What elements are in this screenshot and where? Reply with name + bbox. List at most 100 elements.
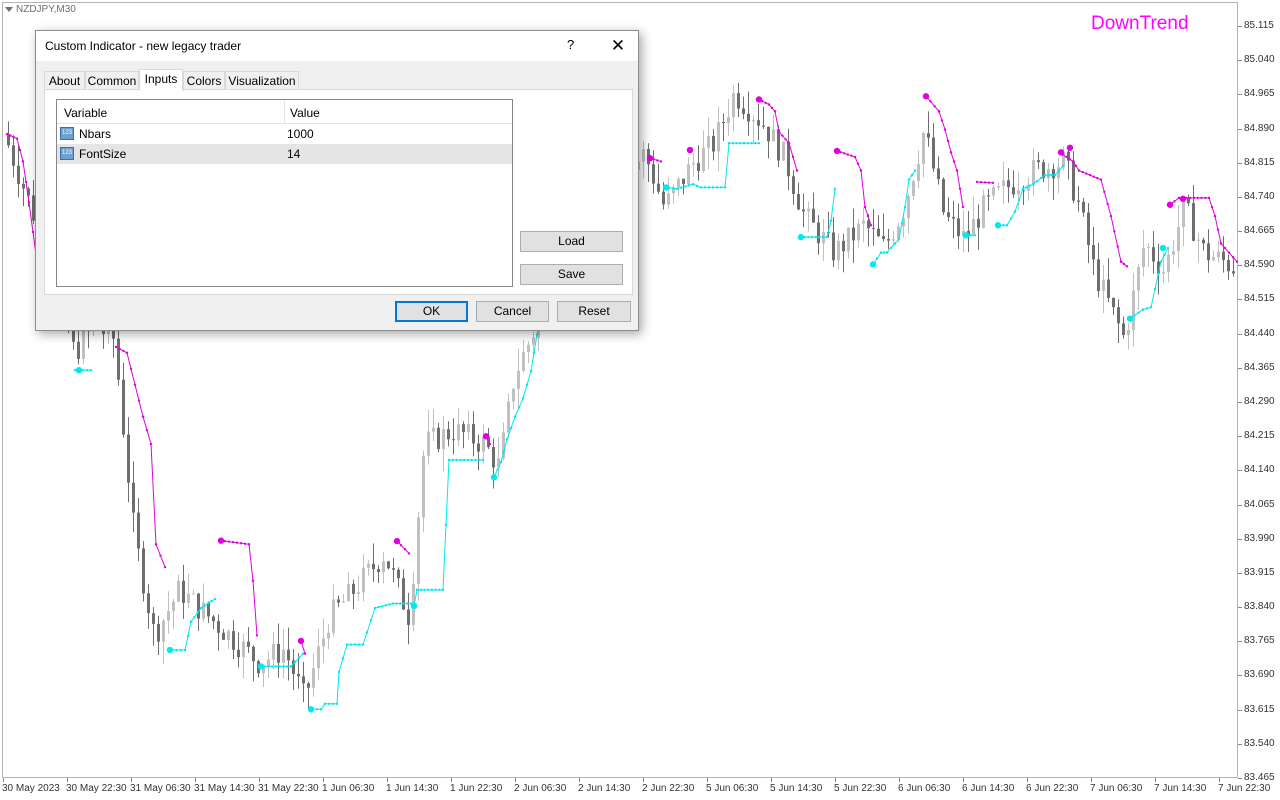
close-icon[interactable]: ✕ xyxy=(606,34,630,58)
candle xyxy=(137,497,140,562)
candle xyxy=(1002,161,1005,205)
uptrend-line-point xyxy=(474,458,477,462)
candle xyxy=(417,512,420,601)
uptrend-line-point xyxy=(1031,183,1035,186)
candle xyxy=(1082,198,1085,217)
candle xyxy=(982,189,985,229)
help-button[interactable]: ? xyxy=(567,37,574,52)
downtrend-line-point xyxy=(1065,155,1068,159)
param-value[interactable]: 14 xyxy=(287,147,300,161)
ok-button[interactable]: OK xyxy=(395,301,468,322)
candle xyxy=(217,614,220,651)
candle xyxy=(472,411,475,457)
input-row-fontsize[interactable]: 123 FontSize 14 xyxy=(57,144,512,164)
candle xyxy=(1217,240,1220,263)
uptrend-line-point xyxy=(703,186,707,189)
tab-common[interactable]: Common xyxy=(85,71,139,90)
candle xyxy=(302,661,305,703)
uptrend-line-point xyxy=(818,235,821,239)
candle xyxy=(1052,163,1055,200)
uptrend-line-point xyxy=(750,142,753,145)
candle xyxy=(687,157,690,185)
tab-visualization[interactable]: Visualization xyxy=(225,71,299,90)
inputs-grid[interactable]: Variable Value 123 Nbars 1000 123 FontSi… xyxy=(56,99,513,287)
price-label: 83.615 xyxy=(1244,703,1275,715)
column-header-value[interactable]: Value xyxy=(290,106,320,120)
time-label: 1 Jun 14:30 xyxy=(386,783,439,794)
save-button[interactable]: Save xyxy=(520,264,623,285)
candle xyxy=(422,450,425,532)
candle xyxy=(1122,316,1125,339)
column-header-variable[interactable]: Variable xyxy=(64,106,107,120)
downtrend-line-point xyxy=(1200,196,1203,200)
candle xyxy=(1007,168,1010,203)
uptrend-line-point xyxy=(1149,306,1153,309)
input-row-nbars[interactable]: 123 Nbars 1000 xyxy=(57,124,512,144)
cancel-button[interactable]: Cancel xyxy=(476,301,549,322)
column-separator[interactable] xyxy=(284,100,285,123)
candle xyxy=(272,631,275,670)
uptrend-line-point xyxy=(481,458,485,462)
uptrend-line-point xyxy=(206,602,210,605)
uptrend-line-point xyxy=(388,603,391,606)
candle xyxy=(1172,239,1175,265)
downtrend-line-point xyxy=(1092,175,1095,178)
candle xyxy=(1207,229,1210,273)
downtrend-line-point xyxy=(399,543,403,547)
uptrend-line-point xyxy=(462,458,466,462)
candle xyxy=(997,183,1000,191)
time-label: 31 May 14:30 xyxy=(194,783,255,794)
candle xyxy=(1232,257,1235,277)
candle xyxy=(447,421,450,447)
candle xyxy=(692,152,695,177)
time-tick xyxy=(1219,778,1220,782)
dropdown-arrow-icon[interactable] xyxy=(5,7,13,12)
candle xyxy=(767,126,770,159)
time-label: 2 Jun 14:30 xyxy=(578,783,631,794)
dialog-titlebar[interactable]: Custom Indicator - new legacy trader ? ✕ xyxy=(36,31,638,61)
downtrend-line-point xyxy=(114,345,118,349)
uptrend-line-point xyxy=(711,186,715,189)
uptrend-line-point xyxy=(213,597,217,601)
param-value[interactable]: 1000 xyxy=(287,127,314,141)
candle xyxy=(212,614,215,630)
downtrend-line-point xyxy=(1119,260,1123,263)
reset-button[interactable]: Reset xyxy=(557,301,631,322)
candle xyxy=(907,193,910,234)
downtrend-line-point xyxy=(937,110,941,113)
candle xyxy=(117,328,120,386)
time-tick xyxy=(771,778,772,782)
candle xyxy=(267,650,270,679)
tab-about[interactable]: About xyxy=(44,71,85,90)
uptrend-line-point xyxy=(525,383,529,386)
candle xyxy=(987,189,990,211)
downtrend-line-point xyxy=(770,106,774,110)
candle xyxy=(172,598,175,630)
uptrend-line-point xyxy=(1156,274,1160,277)
time-label: 30 May 22:30 xyxy=(66,783,127,794)
candle xyxy=(1057,157,1060,194)
load-button[interactable]: Load xyxy=(520,231,623,252)
uptrend-line-point xyxy=(419,588,422,592)
downtrend-line-point xyxy=(137,399,141,402)
price-label: 84.440 xyxy=(1244,327,1275,339)
candle xyxy=(757,103,760,141)
downtrend-line-point xyxy=(1077,169,1081,172)
uptrend-line-point xyxy=(353,643,357,646)
candle xyxy=(887,228,890,250)
time-tick xyxy=(3,778,4,782)
tab-inputs[interactable]: Inputs xyxy=(139,69,183,91)
candle xyxy=(1137,263,1140,310)
time-tick xyxy=(515,778,516,782)
uptrend-line xyxy=(309,603,411,710)
uptrend-line-point xyxy=(875,257,879,260)
time-tick xyxy=(963,778,964,782)
time-label: 30 May 2023 xyxy=(2,783,60,794)
downtrend-line-point xyxy=(784,138,787,141)
downtrend-line-point xyxy=(1125,265,1129,268)
uptrend-line-point xyxy=(691,183,695,186)
candle xyxy=(742,96,745,120)
uptrend-line-point xyxy=(426,588,430,592)
price-tick xyxy=(1238,231,1242,233)
tab-colors[interactable]: Colors xyxy=(183,71,225,90)
